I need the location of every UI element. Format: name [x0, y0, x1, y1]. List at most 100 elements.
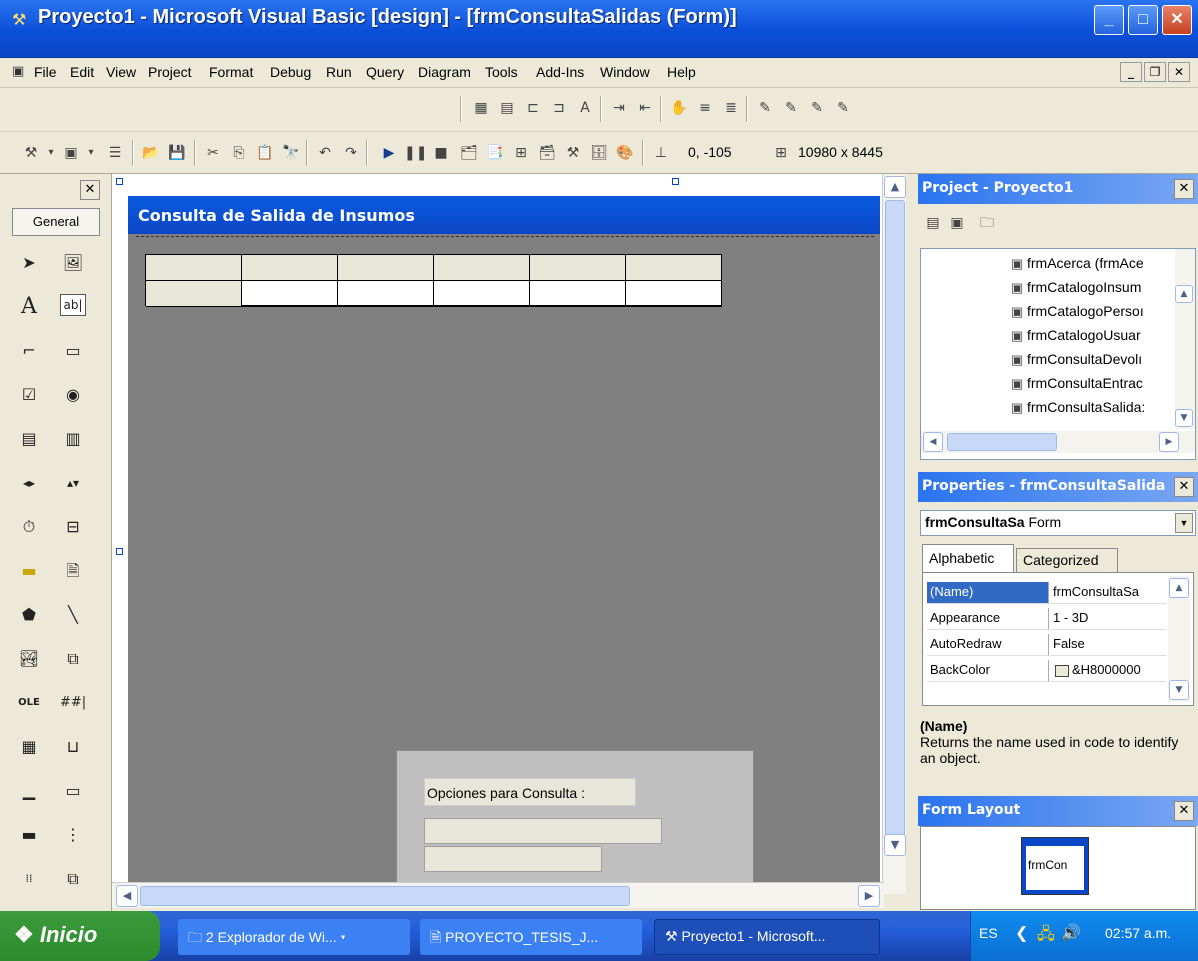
menu-edit[interactable]: Edit — [70, 64, 94, 80]
tree-horizontal-thumb[interactable] — [947, 433, 1057, 451]
designer-horizontal-scrollbar[interactable]: ◀ ▶ — [112, 882, 884, 908]
line-tool-icon[interactable]: ╲ — [60, 602, 86, 628]
filelistbox-tool-icon[interactable]: 🗎 — [60, 558, 86, 584]
project-tree[interactable]: ▣ frmAcerca (frmAce ▣ frmCatalogoInsum ▣ fr… — [920, 248, 1196, 460]
textbox-tool-icon[interactable]: ab| — [60, 294, 86, 316]
vertical-scroll-thumb[interactable] — [885, 200, 905, 840]
start-button[interactable]: ❖ Inicio — [0, 911, 160, 961]
horizontal-scroll-thumb[interactable] — [140, 886, 630, 906]
checkbox-tool-icon[interactable]: ☑ — [16, 382, 42, 408]
view-object-icon[interactable]: ▣ — [946, 212, 968, 234]
tree-item-selected[interactable]: ▣ frmConsultaSalida: — [1011, 399, 1146, 416]
grid-cell[interactable] — [338, 281, 434, 307]
timer-tool-icon[interactable]: ⏱ — [16, 514, 42, 540]
project-explorer-icon[interactable]: 🗂 — [458, 142, 480, 164]
uncomment-block-icon[interactable]: ≣ — [720, 97, 742, 119]
listbox-tool-icon[interactable]: ▥ — [60, 426, 86, 452]
add-project-dropdown-icon[interactable]: ▾ — [40, 142, 62, 164]
toolbox-close-button[interactable]: ✕ — [80, 180, 100, 200]
previous-bookmark-icon[interactable]: ✎ — [806, 97, 828, 119]
mdi-minimize-button[interactable]: _ — [1120, 62, 1142, 82]
tree-item[interactable]: ▣ frmConsultaEntrac — [1011, 375, 1143, 392]
tabstrip-tool-icon[interactable]: ⊔ — [60, 734, 86, 760]
pointer-tool-icon[interactable]: ➤ — [16, 250, 42, 276]
taskbar-item-word[interactable]: 🗎 PROYECTO_TESIS_J... — [420, 919, 642, 955]
center-icon[interactable]: ⊐ — [548, 97, 570, 119]
send-to-back-icon[interactable]: ▤ — [496, 97, 518, 119]
menu-window[interactable]: Window — [600, 64, 650, 80]
taskbar-item-explorer[interactable]: 🗀 2 Explorador de Wi... ▾ — [178, 919, 410, 955]
save-project-icon[interactable]: 💾 — [166, 142, 188, 164]
network-icon[interactable]: 🖧 — [1037, 923, 1055, 950]
bookmark-toggle-icon[interactable]: ✎ — [754, 97, 776, 119]
menu-help[interactable]: Help — [667, 64, 696, 80]
tree-item[interactable]: ▣ frmAcerca (frmAce — [1011, 255, 1144, 272]
minimize-button[interactable]: _ — [1094, 5, 1124, 35]
properties-vertical-scrollbar[interactable]: ▲ ▼ — [1168, 576, 1190, 702]
menu-editor-icon[interactable]: ☰ — [104, 142, 126, 164]
scroll-down-button[interactable]: ▼ — [884, 834, 906, 856]
data-view-icon[interactable]: 🗄 — [588, 142, 610, 164]
align-icon[interactable]: ⊏ — [522, 97, 544, 119]
clear-bookmarks-icon[interactable]: ✎ — [832, 97, 854, 119]
menu-query[interactable]: Query — [366, 64, 404, 80]
tab-categorized[interactable]: Categorized — [1016, 548, 1118, 572]
menu-format[interactable]: Format — [209, 64, 253, 80]
project-panel-close-button[interactable]: ✕ — [1174, 179, 1194, 199]
option-control-2[interactable] — [424, 846, 602, 872]
tab-alphabetic[interactable]: Alphabetic — [922, 544, 1014, 572]
designer-vertical-scrollbar[interactable]: ▲ ▼ — [882, 174, 906, 894]
resize-handle[interactable] — [116, 178, 123, 185]
menu-run[interactable]: Run — [326, 64, 352, 80]
cut-icon[interactable]: ✂ — [202, 142, 224, 164]
grid-tool-icon[interactable]: ▦ — [16, 734, 42, 760]
open-project-icon[interactable]: 📂 — [140, 142, 162, 164]
props-scroll-up-button[interactable]: ▲ — [1169, 578, 1189, 598]
menu-file[interactable]: File — [34, 64, 57, 80]
break-icon[interactable]: ❚❚ — [404, 142, 427, 164]
menu-addins[interactable]: Add-Ins — [536, 64, 584, 80]
menu-project[interactable]: Project — [148, 64, 192, 80]
shape-tool-icon[interactable]: ⬟ — [16, 602, 42, 628]
ole-tool-icon[interactable]: OLE — [16, 690, 42, 716]
grid-cell[interactable] — [434, 281, 530, 307]
add-project-icon[interactable]: ⚒ — [20, 142, 42, 164]
redo-icon[interactable]: ↷ — [340, 142, 362, 164]
menu-view[interactable]: View — [106, 64, 136, 80]
tree-item[interactable]: ▣ frmCatalogoInsum — [1011, 279, 1141, 296]
tree-scroll-up-button[interactable]: ▲ — [1175, 285, 1193, 303]
vscrollbar-tool-icon[interactable]: ▴▾ — [60, 470, 86, 496]
properties-panel-close-button[interactable]: ✕ — [1174, 477, 1194, 497]
grid-cell[interactable] — [242, 281, 338, 307]
resize-handle[interactable] — [672, 178, 679, 185]
maximize-button[interactable]: □ — [1128, 5, 1158, 35]
add-form-dropdown-icon[interactable]: ▾ — [80, 142, 102, 164]
resize-handle[interactable] — [116, 548, 123, 555]
close-button[interactable]: ✕ — [1162, 5, 1192, 35]
frame-tool-icon[interactable]: ⌐ — [16, 338, 42, 364]
visual-component-manager-icon[interactable]: 🎨 — [614, 142, 636, 164]
object-browser-icon[interactable]: 🗃 — [536, 142, 558, 164]
end-icon[interactable]: ■ — [430, 142, 452, 164]
progressbar-tool-icon[interactable]: ▭ — [60, 778, 86, 804]
comment-block-icon[interactable]: ≡ — [694, 97, 716, 119]
indent-icon[interactable]: ⇥ — [608, 97, 630, 119]
find-icon[interactable]: 🔭 — [280, 142, 302, 164]
toggle-folders-icon[interactable]: 🗀 — [976, 212, 998, 234]
menu-tools[interactable]: Tools — [485, 64, 518, 80]
optionbutton-tool-icon[interactable]: ◉ — [60, 382, 86, 408]
taskbar-item-vb[interactable]: ⚒ Proyecto1 - Microsoft... — [654, 919, 880, 955]
start-icon[interactable]: ▶ — [378, 142, 400, 164]
maskededit-tool-icon[interactable]: ##| — [60, 690, 86, 716]
tree-item[interactable]: ▣ frmCatalogoPersoı — [1011, 303, 1144, 320]
props-scroll-down-button[interactable]: ▼ — [1169, 680, 1189, 700]
mdi-restore-button[interactable]: ❐ — [1144, 62, 1166, 82]
flexgrid-control[interactable] — [145, 254, 722, 307]
menu-diagram[interactable]: Diagram — [418, 64, 471, 80]
mdi-close-button[interactable]: ✕ — [1168, 62, 1190, 82]
scroll-right-button[interactable]: ▶ — [858, 885, 880, 907]
tray-expand-icon[interactable]: ❮ — [1015, 923, 1028, 942]
data-tool-icon[interactable]: ⧉ — [60, 646, 86, 672]
undo-icon[interactable]: ↶ — [314, 142, 336, 164]
next-bookmark-icon[interactable]: ✎ — [780, 97, 802, 119]
